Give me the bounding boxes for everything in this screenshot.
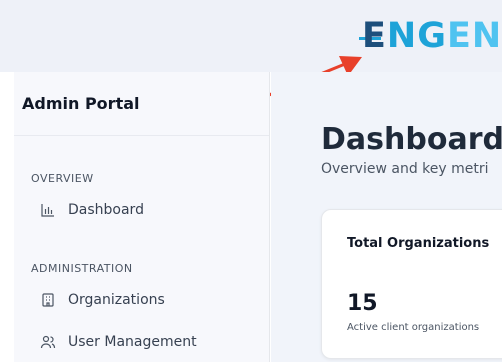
building-icon bbox=[40, 292, 56, 308]
section-label-administration: ADMINISTRATION bbox=[31, 262, 133, 275]
sidebar: Admin Portal OVERVIEW Dashboard ADMINIST… bbox=[14, 72, 270, 362]
main-content: Dashboard Overview and key metri Total O… bbox=[271, 72, 502, 362]
stat-card-total-organizations: Total Organizations 15 Active client org… bbox=[321, 209, 502, 359]
users-icon bbox=[40, 334, 56, 350]
page-subtitle: Overview and key metri bbox=[321, 161, 489, 177]
sidebar-header: Admin Portal bbox=[14, 72, 269, 136]
sidebar-item-user-management[interactable]: User Management bbox=[40, 334, 197, 350]
sidebar-item-dashboard[interactable]: Dashboard bbox=[40, 202, 144, 218]
sidebar-item-label: Dashboard bbox=[68, 202, 144, 218]
sidebar-item-organizations[interactable]: Organizations bbox=[40, 292, 165, 308]
sidebar-item-label: User Management bbox=[68, 334, 197, 350]
card-title: Total Organizations bbox=[347, 236, 490, 251]
engen-logo[interactable]: ENGEN bbox=[362, 16, 501, 56]
card-value: 15 bbox=[347, 291, 378, 316]
logo-letters-ng: NG bbox=[386, 16, 447, 56]
bar-chart-icon bbox=[40, 202, 56, 218]
sidebar-title: Admin Portal bbox=[22, 94, 140, 113]
page-title: Dashboard bbox=[321, 122, 502, 157]
section-label-overview: OVERVIEW bbox=[31, 172, 94, 185]
sidebar-item-label: Organizations bbox=[68, 292, 165, 308]
logo-letters-en: EN bbox=[446, 16, 502, 56]
card-caption: Active client organizations bbox=[347, 322, 480, 333]
